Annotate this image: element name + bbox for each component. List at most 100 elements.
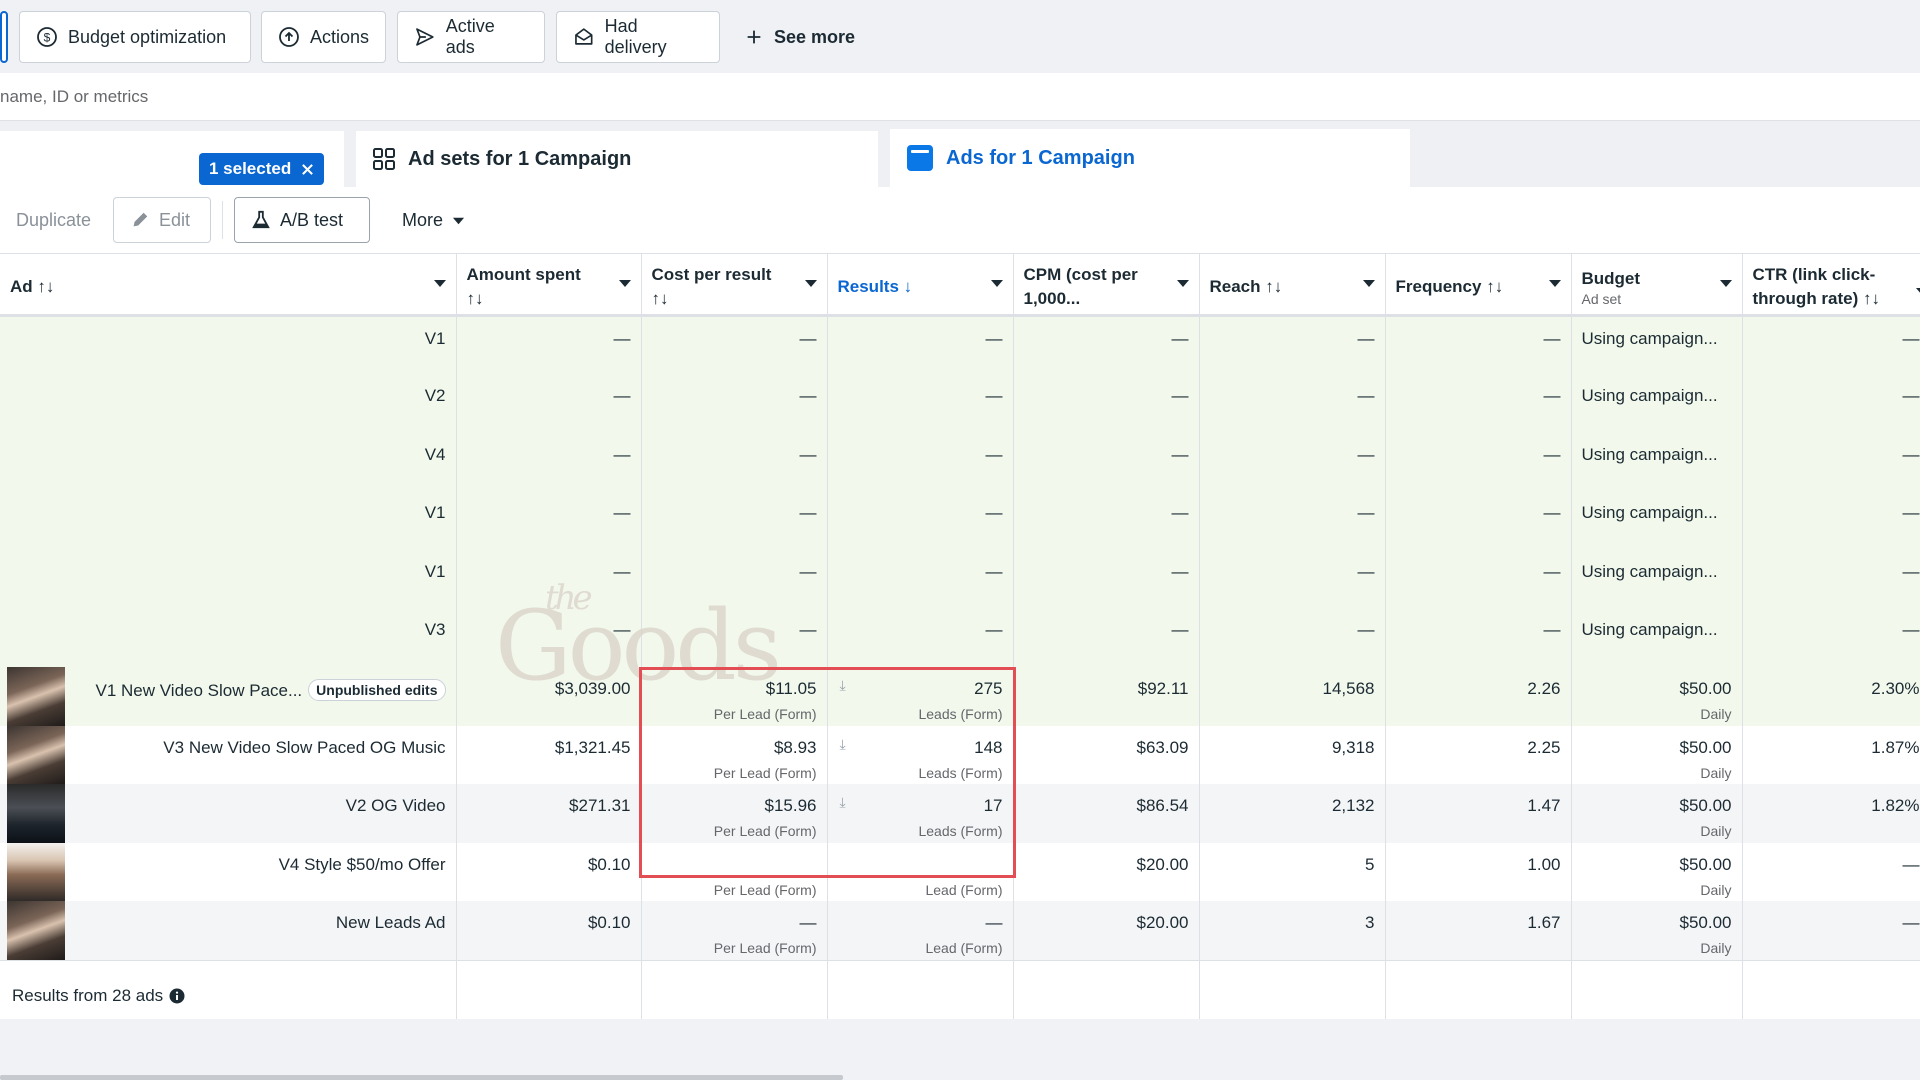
cpm-cell: $20.00	[1013, 901, 1200, 961]
ad-name-cell[interactable]: V1	[0, 491, 457, 550]
amount-spent-cell: —	[456, 374, 642, 433]
ad-name[interactable]: V3	[425, 620, 446, 639]
had-delivery-filter[interactable]: Had delivery	[556, 11, 720, 63]
ad-name-cell[interactable]: V3 New Video Slow Paced OG Music	[0, 725, 457, 785]
ad-name[interactable]: V2 OG Video	[346, 796, 446, 815]
ad-thumbnail[interactable]	[7, 842, 65, 902]
ad-name[interactable]: V2	[425, 386, 446, 405]
table-row[interactable]: V1 New Video Slow Pace... Unpublished edi…	[0, 667, 1920, 726]
results-cell: ⤓ 148 Leads (Form)	[827, 725, 1014, 785]
column-reach[interactable]: Reach ↑↓	[1199, 253, 1386, 317]
footer-cell	[456, 959, 642, 1019]
cpm-cell: —	[1013, 549, 1200, 609]
amount-spent-cell: —	[456, 315, 642, 375]
table-row[interactable]: V1 — — — — — — Using campaign... —	[0, 549, 1920, 609]
tab-ads[interactable]: Ads for 1 Campaign	[890, 129, 1410, 187]
ad-name-cell[interactable]: V1 New Video Slow Pace... Unpublished edi…	[0, 667, 457, 726]
ad-name-cell[interactable]: New Leads Ad	[0, 901, 457, 961]
download-icon[interactable]: ⤓	[840, 794, 846, 811]
ad-name[interactable]: V4 Style $50/mo Offer	[279, 855, 446, 874]
table-row[interactable]: V1 — — — — — — Using campaign... —	[0, 491, 1920, 550]
ad-icon	[907, 145, 933, 171]
column-menu-icon[interactable]	[1719, 280, 1732, 287]
frequency-cell: 1.67	[1385, 901, 1572, 961]
ad-name-cell[interactable]: V1	[0, 549, 457, 609]
active-ads-filter[interactable]: Active ads	[397, 11, 545, 63]
ad-name[interactable]: V3 New Video Slow Paced OG Music	[163, 738, 445, 757]
column-cpm[interactable]: CPM (cost per 1,000...	[1013, 253, 1200, 317]
actions-filter[interactable]: Actions	[261, 11, 386, 63]
budget-optimization-filter[interactable]: $ Budget optimization	[19, 11, 251, 63]
ad-name-cell[interactable]: V2	[0, 374, 457, 433]
ad-name[interactable]: V1	[425, 329, 446, 348]
table-row[interactable]: V1 — — — — — — Using campaign... —	[0, 315, 1920, 375]
column-amount-spent[interactable]: Amount spent ↑↓	[456, 253, 642, 317]
results-cell: ⤓ 275 Leads (Form)	[827, 667, 1014, 726]
column-menu-icon[interactable]	[990, 280, 1003, 287]
column-menu-icon[interactable]	[618, 280, 631, 287]
column-menu-icon[interactable]	[804, 280, 817, 287]
ad-name-cell[interactable]: V3	[0, 608, 457, 668]
info-icon[interactable]	[169, 988, 185, 1004]
download-icon[interactable]: ⤓	[840, 736, 846, 753]
footer-cell	[641, 959, 828, 1019]
results-cell: Lead (Form)	[827, 842, 1014, 902]
more-dropdown[interactable]: More	[386, 197, 481, 243]
ctr-cell: 1.87%	[1742, 725, 1920, 785]
column-menu-icon[interactable]	[1176, 280, 1189, 287]
results-value: 17	[983, 796, 1003, 816]
table-row[interactable]: New Leads Ad $0.10 — Per Lead (Form) — Lea…	[0, 901, 1920, 961]
ad-thumbnail[interactable]	[7, 901, 65, 961]
selected-tag[interactable]: 1 selected	[199, 153, 325, 185]
cost-per-result-cell: — Per Lead (Form)	[641, 901, 828, 961]
search-input[interactable]: name, ID or metrics	[0, 73, 1920, 121]
ad-name[interactable]: V1 New Video Slow Pace...	[96, 681, 303, 700]
cost-per-result-sub: Per Lead (Form)	[713, 940, 817, 957]
budget-cell: Using campaign...	[1571, 608, 1743, 668]
ad-name-cell[interactable]: V2 OG Video	[0, 784, 457, 843]
results-cell: —	[827, 374, 1014, 433]
footer-cell	[1199, 959, 1386, 1019]
ad-name[interactable]: New Leads Ad	[336, 913, 446, 932]
caret-down-icon	[452, 217, 465, 224]
table-row[interactable]: V4 Style $50/mo Offer $0.10 Per Lead (Fo…	[0, 842, 1920, 902]
tab-ad-sets[interactable]: Ad sets for 1 Campaign	[356, 131, 878, 187]
reach-cell: —	[1199, 608, 1386, 668]
budget-value: $50.00	[1679, 679, 1732, 699]
edit-button[interactable]: Edit	[113, 197, 211, 243]
close-icon[interactable]	[301, 163, 314, 176]
ad-thumbnail[interactable]	[7, 784, 65, 843]
table-row[interactable]: V2 — — — — — — Using campaign... —	[0, 374, 1920, 433]
table-row[interactable]: V3 — — — — — — Using campaign... —	[0, 608, 1920, 668]
column-budget[interactable]: Budget Ad set	[1571, 253, 1743, 317]
horizontal-scrollbar[interactable]	[0, 1075, 843, 1080]
table-row[interactable]: V2 OG Video $271.31 $15.96 Per Lead (Form…	[0, 784, 1920, 843]
column-ad[interactable]: Ad ↑↓	[0, 253, 457, 317]
column-cost-per-result[interactable]: Cost per result ↑↓	[641, 253, 828, 317]
cost-per-result-value: $15.96	[764, 796, 817, 816]
column-ctr[interactable]: CTR (link click-through rate) ↑↓	[1742, 253, 1920, 317]
duplicate-button[interactable]: Duplicate	[0, 197, 107, 243]
see-more-button[interactable]: See more	[744, 11, 855, 63]
ad-name-cell[interactable]: V4 Style $50/mo Offer	[0, 842, 457, 902]
column-ad-label: Ad	[10, 277, 33, 296]
column-menu-icon[interactable]	[433, 280, 446, 287]
column-menu-icon[interactable]	[1362, 280, 1375, 287]
ad-name-cell[interactable]: V4	[0, 432, 457, 492]
column-frequency[interactable]: Frequency ↑↓	[1385, 253, 1572, 317]
table-row[interactable]: V4 — — — — — — Using campaign... —	[0, 432, 1920, 492]
ad-name[interactable]: V4	[425, 445, 446, 464]
ad-thumbnail[interactable]	[7, 667, 65, 726]
table-row[interactable]: V3 New Video Slow Paced OG Music $1,321.…	[0, 725, 1920, 785]
ad-thumbnail[interactable]	[7, 725, 65, 785]
filter-chip-partial[interactable]	[0, 11, 8, 63]
ad-name[interactable]: V1	[425, 562, 446, 581]
column-menu-icon[interactable]	[1915, 288, 1920, 295]
ad-name[interactable]: V1	[425, 503, 446, 522]
column-menu-icon[interactable]	[1548, 280, 1561, 287]
ad-name-cell[interactable]: V1	[0, 315, 457, 375]
column-results[interactable]: Results ↓	[827, 253, 1014, 317]
download-icon[interactable]: ⤓	[840, 677, 846, 694]
tab-campaigns[interactable]: 1 selected	[0, 131, 344, 187]
ab-test-button[interactable]: A/B test	[234, 197, 370, 243]
